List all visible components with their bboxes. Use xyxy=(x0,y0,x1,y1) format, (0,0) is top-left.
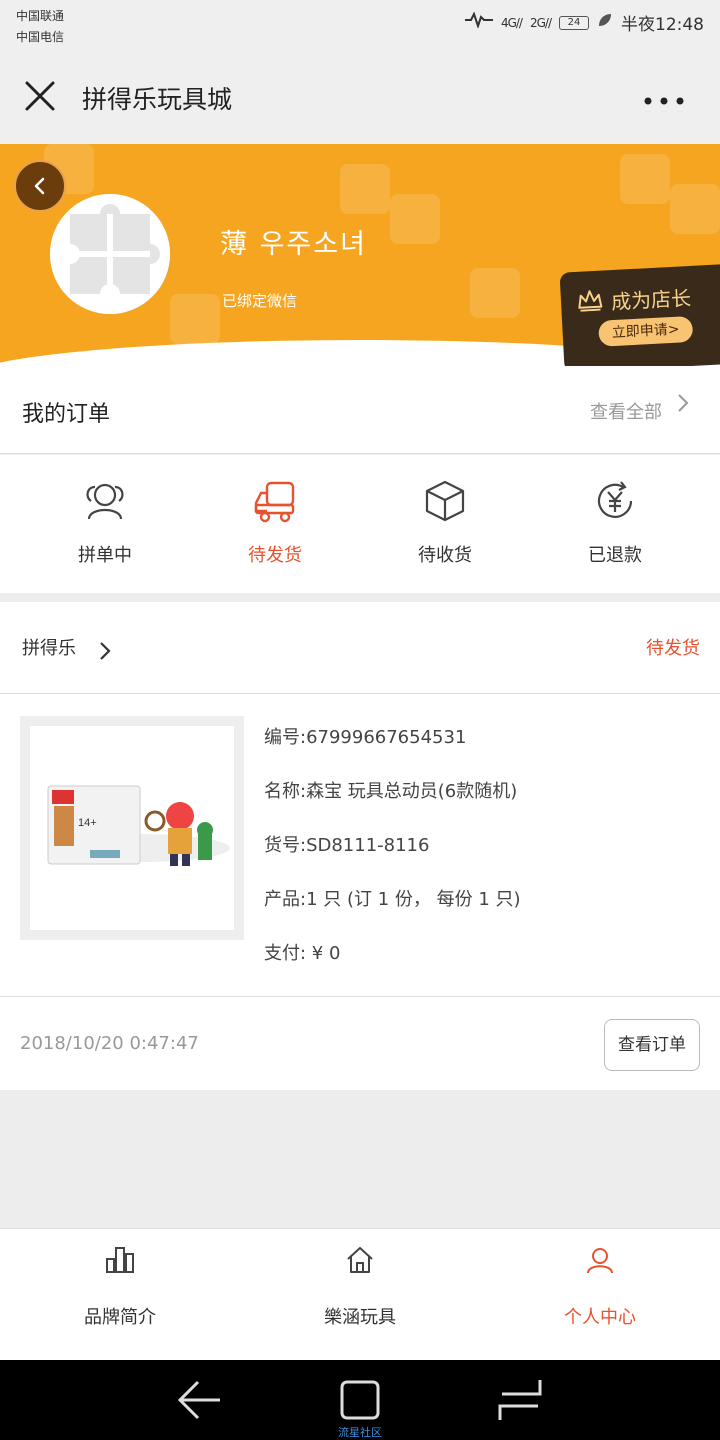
brand-chart-icon xyxy=(105,1245,135,1275)
status-refunded[interactable]: 已退款 xyxy=(530,455,700,593)
crown-icon xyxy=(576,289,603,312)
product-image[interactable]: 14+ xyxy=(20,716,244,940)
order-card: 拼得乐 待发货 14+ 编号:67999667654531 名称:森宝 玩具总动… xyxy=(0,602,720,1090)
group-buy-icon xyxy=(83,479,127,523)
shop-card-title: 成为店长 xyxy=(610,285,692,315)
status-label: 待发货 xyxy=(248,545,302,566)
order-timestamp: 2018/10/20 0:47:47 xyxy=(20,1033,199,1054)
decor-tile xyxy=(390,194,440,244)
product-quantity: 产品:1 只 (订 1 份， 每份 1 只) xyxy=(264,889,521,910)
home-icon xyxy=(345,1245,375,1275)
wechat-bind-status: 已绑定微信 xyxy=(222,292,298,310)
status-awaiting-shipment[interactable]: 待发货 xyxy=(190,455,360,593)
recents-icon[interactable] xyxy=(496,1376,544,1424)
username: 薄 우주소녀 xyxy=(220,229,367,260)
decor-tile xyxy=(340,164,390,214)
home-square-icon[interactable] xyxy=(336,1376,384,1424)
watermark-caption: 流星社区 xyxy=(338,1426,382,1439)
payment-amount: 支付: ¥ 0 xyxy=(264,943,341,964)
product-image-frame: 14+ xyxy=(30,726,234,930)
status-icons: 4G// 2G// 24 半夜12:48 xyxy=(464,10,704,35)
status-awaiting-receipt[interactable]: 待收货 xyxy=(360,455,530,593)
apply-now-button[interactable]: 立即申请> xyxy=(598,315,694,347)
status-label: 已退款 xyxy=(588,545,642,566)
carrier-label-2: 中国电信 xyxy=(16,30,65,44)
decor-tile xyxy=(170,294,220,344)
delivery-truck-icon xyxy=(253,479,297,523)
product-sku: 货号:SD8111-8116 xyxy=(264,835,430,856)
leaf-icon xyxy=(597,12,613,33)
order-status-badge: 待发货 xyxy=(646,638,700,659)
order-shop-name[interactable]: 拼得乐 xyxy=(22,634,76,660)
box-age-label: 14+ xyxy=(78,817,97,829)
status-label: 拼单中 xyxy=(78,545,132,566)
signal-2g-icon: 2G// xyxy=(529,15,552,30)
carrier-label-1: 中国联通 xyxy=(16,9,65,23)
product-details: 编号:67999667654531 名称:森宝 玩具总动员(6款随机) 货号:S… xyxy=(264,716,521,986)
signal-4g-label: 4G xyxy=(500,15,517,30)
decor-tile xyxy=(670,184,720,234)
status-label: 待收货 xyxy=(418,545,472,566)
bottom-tab-bar: 品牌简介 樂涵玩具 个人中心 xyxy=(0,1228,720,1360)
product-name: 名称:森宝 玩具总动员(6款随机) xyxy=(264,781,518,802)
heartbeat-icon xyxy=(464,11,493,33)
signal-2g-label: 2G xyxy=(529,15,546,30)
signal-4g-icon: 4G// xyxy=(500,15,523,30)
page-title: 拼得乐玩具城 xyxy=(82,85,233,114)
puzzle-avatar-icon xyxy=(50,194,170,314)
system-nav-bar: 流星社区 xyxy=(0,1360,720,1440)
order-number: 编号:67999667654531 xyxy=(264,727,467,748)
back-arrow-icon[interactable] xyxy=(176,1376,224,1424)
order-card-footer: 2018/10/20 0:47:47 查看订单 xyxy=(0,996,720,1090)
toy-product-illustration: 14+ xyxy=(47,785,230,866)
become-shop-owner-card[interactable]: 成为店长 立即申请> xyxy=(559,263,720,366)
nav-bar: 拼得乐玩具城 xyxy=(0,50,720,144)
more-dots-icon[interactable] xyxy=(644,92,684,106)
order-status-row: 拼单中 待发货 待收货 已退款 xyxy=(0,455,720,593)
user-icon xyxy=(585,1245,615,1275)
clock-time: 半夜12:48 xyxy=(621,15,704,35)
tab-brand-intro[interactable]: 品牌简介 xyxy=(0,1229,240,1360)
order-shop-row[interactable]: 拼得乐 待发货 xyxy=(0,602,720,694)
tab-label: 个人中心 xyxy=(564,1307,636,1328)
chevron-right-icon xyxy=(676,392,690,414)
package-box-icon xyxy=(423,479,467,523)
tab-lehan-toys[interactable]: 樂涵玩具 xyxy=(240,1229,480,1360)
status-bar: 中国联通 中国电信 4G// 2G// 24 半夜12:48 xyxy=(0,0,720,50)
my-orders-header[interactable]: 我的订单 查看全部 xyxy=(0,366,720,454)
chevron-right-icon xyxy=(98,640,112,662)
profile-header: 薄 우주소녀 已绑定微信 成为店长 立即申请> xyxy=(0,144,720,366)
close-icon[interactable] xyxy=(22,78,58,114)
status-group-buying[interactable]: 拼单中 xyxy=(20,455,190,593)
decor-tile xyxy=(620,154,670,204)
tab-label: 品牌简介 xyxy=(84,1307,156,1328)
tab-personal-center[interactable]: 个人中心 xyxy=(480,1229,720,1360)
battery-icon: 24 xyxy=(559,15,589,30)
chevron-left-icon xyxy=(34,177,45,195)
my-orders-title: 我的订单 xyxy=(22,402,111,427)
view-order-button[interactable]: 查看订单 xyxy=(604,1019,700,1071)
decor-tile xyxy=(470,268,520,318)
back-button[interactable] xyxy=(14,160,66,212)
avatar[interactable] xyxy=(50,194,170,314)
tab-label: 樂涵玩具 xyxy=(324,1307,396,1328)
refund-yen-icon xyxy=(593,479,637,523)
view-all-link[interactable]: 查看全部 xyxy=(590,398,662,424)
